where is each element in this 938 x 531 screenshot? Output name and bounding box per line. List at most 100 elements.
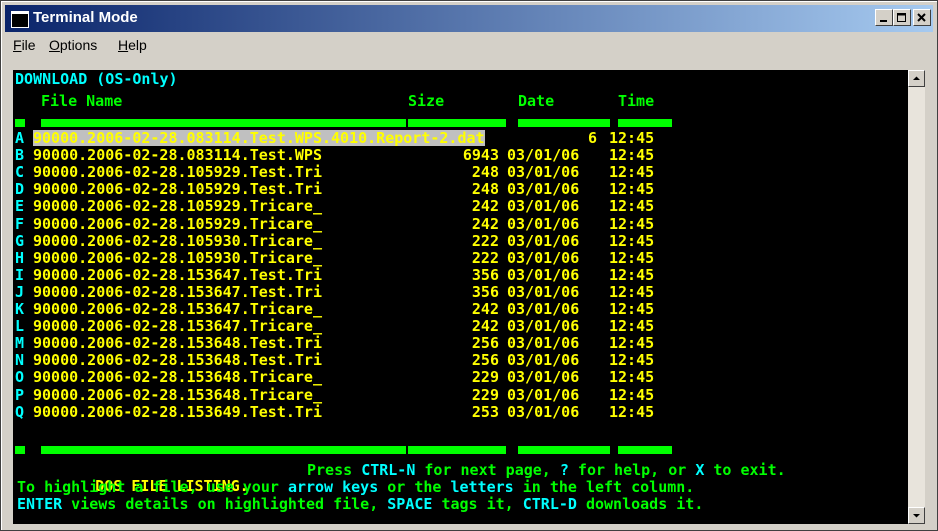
row-letter[interactable]: D <box>15 181 24 198</box>
row-letter[interactable]: P <box>15 387 24 404</box>
file-row[interactable]: M 90000.2006-02-28.153648.Test.Tri 256 03/0… <box>13 335 908 352</box>
row-letter[interactable]: M <box>15 335 24 352</box>
file-row[interactable]: C 90000.2006-02-28.105929.Test.Tri 248 03/0… <box>13 164 908 181</box>
file-row[interactable]: B 90000.2006-02-28.083114.Test.WPS 6943 03/… <box>13 147 908 164</box>
hint-text: tags it, <box>432 495 523 513</box>
file-row[interactable]: I 90000.2006-02-28.153647.Test.Tri 356 03/0… <box>13 267 908 284</box>
file-row[interactable]: K 90000.2006-02-28.153647.Tricare_ 242 03/0… <box>13 301 908 318</box>
row-letter[interactable]: C <box>15 164 24 181</box>
app-icon[interactable] <box>11 11 29 28</box>
file-name[interactable]: 90000.2006-02-28.105930.Tricare_ <box>33 233 322 250</box>
row-letter[interactable]: Q <box>15 404 24 421</box>
row-letter[interactable]: E <box>15 198 24 215</box>
file-name[interactable]: 90000.2006-02-28.105930.Tricare_ <box>33 250 322 267</box>
file-time: 12:45 <box>609 232 655 250</box>
file-row[interactable]: A 90000.2006-02-28.083114.Test.WPS.4010.R… <box>13 130 908 147</box>
file-name[interactable]: 90000.2006-02-28.105929.Tricare_ <box>33 198 322 215</box>
title-bar[interactable]: Terminal Mode <box>5 5 933 32</box>
file-size: 248 <box>471 163 499 181</box>
scroll-up-button[interactable] <box>908 70 925 87</box>
file-size: 6943 <box>462 146 499 164</box>
file-name[interactable]: 90000.2006-02-28.153647.Test.Tri <box>33 284 322 301</box>
hint-text: views details on highlighted file, <box>62 495 388 513</box>
file-name[interactable]: 90000.2006-02-28.083114.Test.WPS <box>33 147 322 164</box>
row-letter[interactable]: J <box>15 284 24 301</box>
file-row[interactable]: N 90000.2006-02-28.153648.Test.Tri 256 03/0… <box>13 352 908 369</box>
menu-options[interactable]: Options <box>49 37 97 53</box>
terminal-window: Terminal Mode File Options Help DOWNLOAD… <box>0 0 938 531</box>
file-name[interactable]: 90000.2006-02-28.153647.Tricare_ <box>33 318 322 335</box>
scroll-down-icon <box>913 514 920 518</box>
file-date: 03/01/06 <box>507 300 580 318</box>
file-name[interactable]: 90000.2006-02-28.105929.Test.Tri <box>33 181 322 198</box>
hint-key: CTRL-D <box>522 495 577 513</box>
file-date: 03/01/06 <box>507 249 580 267</box>
file-row[interactable]: G 90000.2006-02-28.105930.Tricare_ 222 03/0… <box>13 233 908 250</box>
file-size: 229 <box>471 368 499 386</box>
hint-text: for help, or <box>568 461 696 479</box>
hint-key: ? <box>559 461 569 479</box>
maximize-button[interactable] <box>893 9 911 26</box>
file-time: 12:45 <box>609 163 655 181</box>
terminal-screen[interactable]: DOWNLOAD (OS-Only) File Name Size Date T… <box>13 70 908 524</box>
file-row[interactable]: D 90000.2006-02-28.105929.Test.Tri 248 03/0… <box>13 181 908 198</box>
file-row[interactable]: Q 90000.2006-02-28.153649.Test.Tri 253 03/0… <box>13 404 908 421</box>
menu-file[interactable]: File <box>13 37 36 53</box>
file-row[interactable]: J 90000.2006-02-28.153647.Test.Tri 356 03/0… <box>13 284 908 301</box>
scroll-down-button[interactable] <box>908 507 925 524</box>
file-name[interactable]: 90000.2006-02-28.105929.Tricare_ <box>33 216 322 233</box>
file-row[interactable]: P 90000.2006-02-28.153648.Tricare_ 229 03/0… <box>13 387 908 404</box>
menu-help-mnemonic: H <box>118 37 129 53</box>
minimize-button[interactable] <box>875 9 893 26</box>
row-letter[interactable]: I <box>15 267 24 284</box>
divider-bar-bottom <box>41 446 406 454</box>
menu-help[interactable]: Help <box>118 37 147 53</box>
hint-key: ENTER <box>17 495 63 513</box>
file-row[interactable]: H 90000.2006-02-28.105930.Tricare_ 222 03/0… <box>13 250 908 267</box>
file-name[interactable]: 90000.2006-02-28.153647.Test.Tri <box>33 267 322 284</box>
file-name[interactable]: 90000.2006-02-28.153648.Tricare_ <box>33 387 322 404</box>
close-button[interactable] <box>913 9 931 26</box>
file-row[interactable]: L 90000.2006-02-28.153647.Tricare_ 242 03/0… <box>13 318 908 335</box>
vertical-scrollbar[interactable] <box>908 70 925 524</box>
file-name[interactable]: 90000.2006-02-28.153648.Tricare_ <box>33 369 322 386</box>
file-date: 03/01/06 <box>507 351 580 369</box>
close-icon <box>917 13 926 22</box>
file-size: 256 <box>471 334 499 352</box>
file-row[interactable]: E 90000.2006-02-28.105929.Tricare_ 242 03/0… <box>13 198 908 215</box>
row-letter[interactable]: A <box>15 130 24 147</box>
row-letter[interactable]: B <box>15 147 24 164</box>
file-row[interactable]: F 90000.2006-02-28.105929.Tricare_ 242 03/0… <box>13 216 908 233</box>
menu-options-mnemonic: O <box>49 37 60 53</box>
divider-bar-top <box>15 119 25 127</box>
hint-text: or the <box>378 478 451 496</box>
footer-line-2: To highlight a file, use your arrow keys… <box>17 479 694 495</box>
file-size: 242 <box>471 300 499 318</box>
file-time: 12:45 <box>609 334 655 352</box>
row-letter[interactable]: O <box>15 369 24 386</box>
file-name[interactable]: 90000.2006-02-28.153647.Tricare_ <box>33 301 322 318</box>
file-time: 12:45 <box>609 197 655 215</box>
menu-help-label: elp <box>128 37 147 53</box>
row-letter[interactable]: N <box>15 352 24 369</box>
divider-bar-bottom <box>618 446 672 454</box>
file-name[interactable]: 90000.2006-02-28.153648.Test.Tri <box>33 335 322 352</box>
terminal-heading: DOWNLOAD (OS-Only) <box>15 70 178 88</box>
file-row[interactable]: O 90000.2006-02-28.153648.Tricare_ 229 03/0… <box>13 369 908 386</box>
row-letter[interactable]: H <box>15 250 24 267</box>
file-name[interactable]: 90000.2006-02-28.153648.Test.Tri <box>33 352 322 369</box>
column-header-size: Size <box>408 92 445 110</box>
divider-bar-top <box>41 119 406 127</box>
file-name[interactable]: 90000.2006-02-28.105929.Test.Tri <box>33 164 322 181</box>
row-letter[interactable]: K <box>15 301 24 318</box>
file-name[interactable]: 90000.2006-02-28.083114.Test.WPS.4010.Re… <box>33 130 485 146</box>
file-time: 12:45 <box>609 129 655 147</box>
column-header-date: Date <box>518 92 555 110</box>
row-letter[interactable]: G <box>15 233 24 250</box>
row-letter[interactable]: F <box>15 216 24 233</box>
minimize-icon <box>880 20 887 22</box>
row-letter[interactable]: L <box>15 318 24 335</box>
column-header-time: Time <box>618 92 655 110</box>
file-name[interactable]: 90000.2006-02-28.153649.Test.Tri <box>33 404 322 421</box>
maximize-icon <box>897 13 906 22</box>
